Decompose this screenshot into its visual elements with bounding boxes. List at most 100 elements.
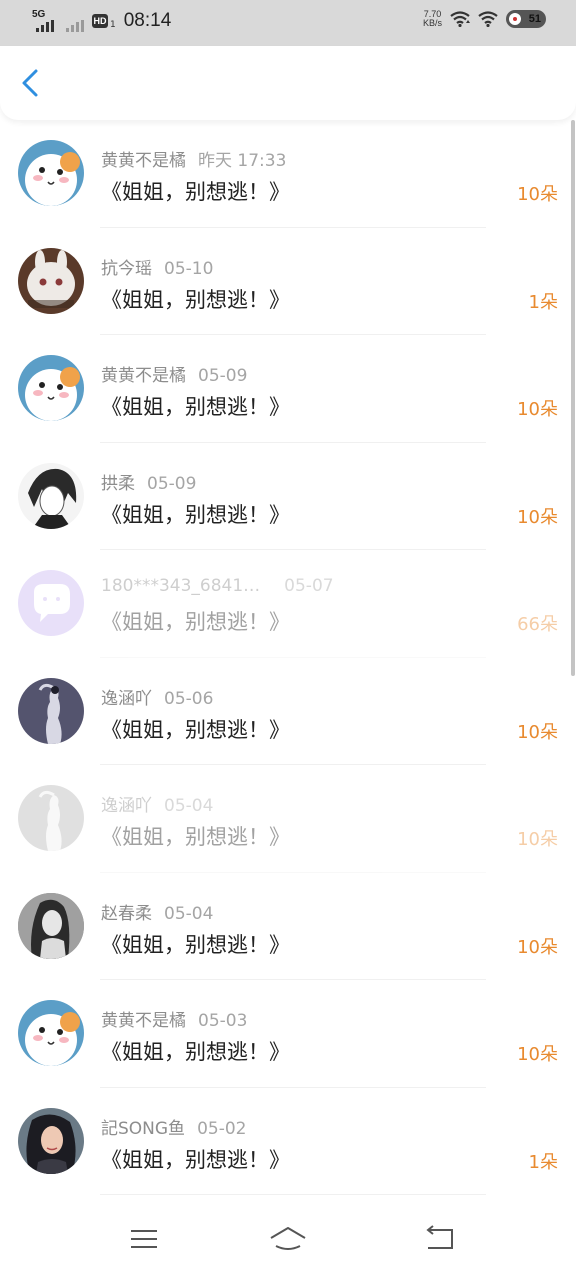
item-meta: 逸涵吖 05-06 [101,684,213,709]
avatar[interactable] [18,247,84,314]
date: 05-09 [147,473,197,494]
dancer-icon [18,677,84,744]
navigation-bar [0,1196,576,1280]
item-meta: 黄黄不是橘 昨天 17:33 [101,146,286,171]
battery-level: 51 [528,13,541,25]
book-title: 《姐姐，别想逃！》 [101,395,290,419]
book-title: 《姐姐，别想逃！》 [101,287,290,312]
chevron-left-icon[interactable] [16,68,46,98]
username[interactable]: 抗今瑶 [101,259,152,279]
list-item[interactable]: 逸涵吖 05-06 《姐姐，别想逃！》 10朵 [0,658,576,765]
back-icon[interactable] [420,1224,460,1254]
item-meta: 拱柔 05-09 [101,469,196,494]
date: 05-07 [284,576,334,596]
portrait-icon [18,892,84,959]
avatar[interactable] [18,355,84,421]
date: 05-10 [164,258,214,279]
list-item[interactable]: 逸涵吖 05-04 《姐姐，别想逃！》 10朵 [0,765,576,873]
screen: 5G HD 1 08:14 7.70 KB/s 51 黄黄不是橘 昨天 17:3… [0,0,576,1280]
white-rabbit-icon [18,247,84,314]
item-meta: 180***343_6841… 05-07 [101,576,334,596]
book-title: 《姐姐，别想逃！》 [101,1147,290,1172]
list-item[interactable]: 赵春柔 05-04 《姐姐，别想逃！》 10朵 [0,873,576,980]
gift-list: 黄黄不是橘 昨天 17:33 《姐姐，别想逃！》 10朵 抗今瑶 05-10 《… [0,120,576,1195]
hd-icon: HD [92,14,108,28]
list-item[interactable]: 黄黄不是橘 昨天 17:33 《姐姐，别想逃！》 10朵 [0,120,576,228]
item-meta: 黄黄不是橘 05-03 [101,1006,247,1031]
date: 昨天 17:33 [198,151,287,171]
date: 05-06 [164,688,214,709]
username[interactable]: 赵春柔 [101,904,152,924]
avatar[interactable] [18,1107,84,1174]
book-title: 《姐姐，别想逃！》 [101,1040,290,1064]
hd-sub-label: 1 [110,20,116,30]
avatar[interactable] [18,785,84,851]
username[interactable]: 逸涵吖 [101,689,152,709]
hamster-icon [18,1000,84,1066]
status-left: 5G HD 1 08:14 [32,9,172,32]
username[interactable]: 逸涵吖 [101,796,152,816]
flower-count: 10朵 [517,829,558,850]
record-dot-icon [509,13,521,25]
item-meta: 赵春柔 05-04 [101,899,213,924]
flower-count: 10朵 [517,399,558,420]
menu-icon[interactable] [124,1224,164,1254]
list-item[interactable]: 黄黄不是橘 05-03 《姐姐，别想逃！》 10朵 [0,980,576,1088]
avatar[interactable] [18,1000,84,1066]
date: 05-03 [198,1011,248,1031]
network-speed: 7.70 KB/s [423,10,442,28]
date: 05-09 [198,366,248,386]
book-title: 《姐姐，别想逃！》 [101,717,290,742]
status-bar: 5G HD 1 08:14 7.70 KB/s 51 [0,0,576,46]
speed-unit: KB/s [422,18,442,28]
clock: 08:14 [123,10,172,31]
avatar[interactable] [18,570,84,636]
username[interactable]: 黄黄不是橘 [101,1011,186,1031]
status-right: 7.70 KB/s 51 [423,10,546,28]
hamster-icon [18,355,84,421]
anime-avatar-icon [18,462,84,529]
book-title: 《姐姐，别想逃！》 [101,502,290,527]
hamster-icon [18,140,84,206]
header [0,46,576,120]
avatar[interactable] [18,462,84,529]
book-title: 《姐姐，别想逃！》 [101,932,290,957]
flower-count: 66朵 [517,614,558,635]
book-title: 《姐姐，别想逃！》 [101,180,290,204]
home-icon[interactable] [268,1224,308,1254]
battery-icon: 51 [506,10,546,28]
date: 05-02 [197,1118,247,1139]
flower-count: 10朵 [517,721,558,743]
flower-count: 10朵 [517,506,558,528]
item-meta: 黄黄不是橘 05-09 [101,361,247,386]
avatar[interactable] [18,892,84,959]
list-item[interactable]: 180***343_6841… 05-07 《姐姐，别想逃！》 66朵 [0,550,576,658]
username[interactable]: 黄黄不是橘 [101,366,186,386]
date: 05-04 [164,796,214,816]
username[interactable]: 拱柔 [101,474,135,494]
book-title: 《姐姐，别想逃！》 [101,610,290,634]
dancer-icon [18,785,84,851]
username[interactable]: 黄黄不是橘 [101,151,186,171]
book-title: 《姐姐，别想逃！》 [101,825,290,849]
username[interactable]: 180***343_6841… [101,576,260,596]
flower-count: 10朵 [517,184,558,205]
divider [100,1194,486,1195]
list-item[interactable]: 黄黄不是橘 05-09 《姐姐，别想逃！》 10朵 [0,335,576,443]
item-meta: 記SONG鱼 05-02 [101,1114,246,1139]
signal-icon: 5G [32,9,56,32]
item-meta: 逸涵吖 05-04 [101,791,213,816]
portrait-icon [18,1107,84,1174]
list-item[interactable]: 拱柔 05-09 《姐姐，别想逃！》 10朵 [0,443,576,550]
date: 05-04 [164,903,214,924]
chat-bubble-icon [18,570,84,636]
list-item[interactable]: 記SONG鱼 05-02 《姐姐，别想逃！》 1朵 [0,1088,576,1195]
scrollbar[interactable] [571,120,575,676]
list-item[interactable]: 抗今瑶 05-10 《姐姐，别想逃！》 1朵 [0,228,576,335]
wifi-icon [450,11,470,27]
username[interactable]: 記SONG鱼 [101,1119,185,1139]
signal-icon-secondary [62,10,86,32]
avatar[interactable] [18,140,84,206]
avatar[interactable] [18,677,84,744]
flower-count: 10朵 [517,1044,558,1065]
